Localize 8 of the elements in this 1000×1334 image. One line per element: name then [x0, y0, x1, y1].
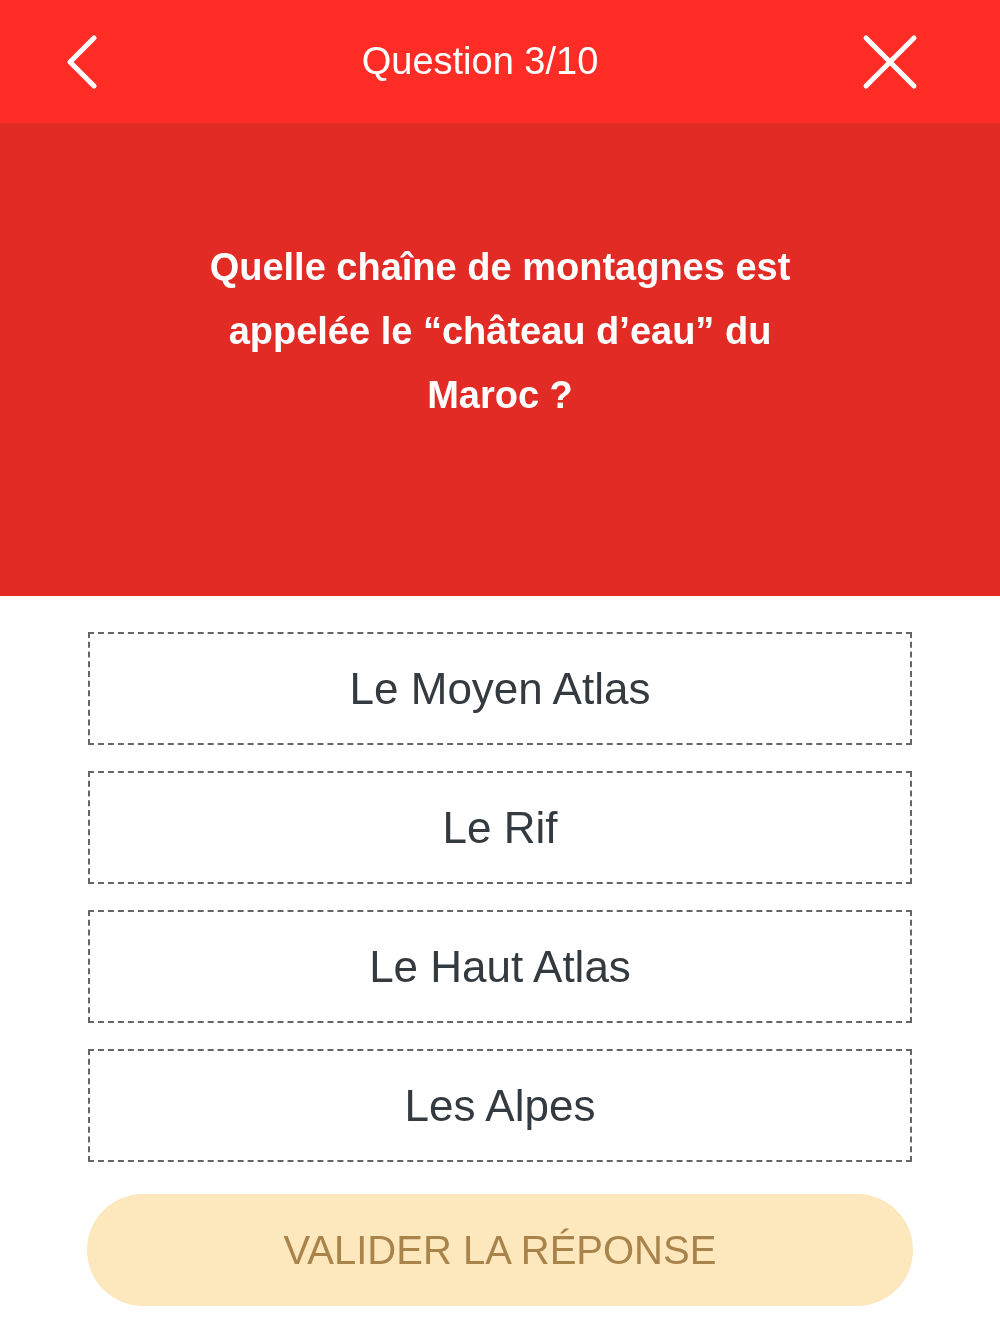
answer-option[interactable]: Les Alpes — [88, 1049, 912, 1162]
question-text: Quelle chaîne de montagnes est appelée le “château d’eau” du Maroc ? — [208, 245, 792, 418]
answer-option[interactable]: Le Haut Atlas — [88, 910, 912, 1023]
answer-option[interactable]: Le Moyen Atlas — [88, 632, 912, 745]
answer-option[interactable]: Le Rif — [88, 771, 912, 884]
question-counter: Question 3/10 — [361, 40, 599, 83]
close-icon[interactable] — [862, 33, 918, 90]
back-icon[interactable] — [64, 34, 98, 89]
